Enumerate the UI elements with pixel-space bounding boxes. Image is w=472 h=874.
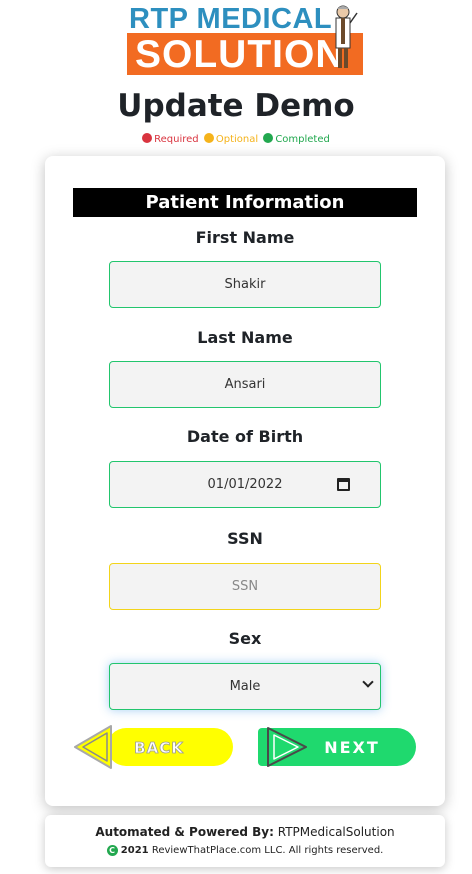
logo-line1: RTP MEDICAL	[129, 3, 333, 35]
patient-form-card: Patient Information First Name Shakir La…	[45, 156, 445, 806]
calendar-icon[interactable]	[337, 478, 350, 491]
legend-optional: Optional	[203, 133, 261, 145]
dob-field[interactable]: 01/01/2022	[109, 461, 381, 508]
legend-required: Required	[142, 133, 202, 145]
copyright-icon: C	[106, 845, 118, 856]
powered-prefix: Automated & Powered By:	[95, 825, 274, 839]
back-button-label: BACK	[134, 739, 184, 757]
last-name-field[interactable]: Ansari	[109, 361, 381, 408]
brand-logo: RTP MEDICAL SOLUTION	[127, 3, 363, 76]
back-button[interactable]: BACK	[73, 724, 235, 770]
first-name-label: First Name	[195, 228, 295, 247]
sex-select[interactable]: Male	[109, 663, 381, 710]
first-name-value: Shakir	[224, 277, 266, 292]
legend-completed: Completed	[263, 133, 330, 145]
copyright-text: ReviewThatPlace.com LLC. All rights rese…	[151, 845, 384, 856]
completed-dot-icon	[263, 133, 274, 143]
dob-label: Date of Birth	[186, 427, 304, 446]
next-button-label: NEXT	[324, 738, 380, 757]
legend-required-label: Required	[154, 134, 199, 145]
legend-completed-label: Completed	[275, 134, 330, 145]
optional-dot-icon	[203, 133, 214, 143]
sex-label: Sex	[228, 629, 262, 648]
chevron-down-icon	[362, 676, 374, 688]
section-title: Patient Information	[73, 188, 417, 217]
footer: Automated & Powered By: RTPMedicalSoluti…	[45, 815, 445, 867]
next-button[interactable]: NEXT	[256, 724, 418, 770]
first-name-field[interactable]: Shakir	[109, 261, 381, 308]
page-title: Update Demo	[117, 88, 355, 124]
ssn-label: SSN	[227, 529, 263, 548]
footer-powered-by: Automated & Powered By: RTPMedicalSoluti…	[45, 825, 445, 839]
required-dot-icon	[142, 133, 153, 143]
legend-optional-label: Optional	[215, 134, 259, 145]
sex-value: Male	[229, 679, 261, 694]
copyright-year: 2021	[120, 845, 149, 856]
status-legend: Required Optional Completed	[0, 133, 472, 145]
powered-name: RTPMedicalSolution	[277, 825, 395, 839]
ssn-placeholder: SSN	[231, 579, 259, 594]
logo-line2: SOLUTION	[135, 33, 345, 76]
footer-copyright: C 2021 ReviewThatPlace.com LLC. All righ…	[45, 845, 445, 856]
dob-value: 01/01/2022	[207, 477, 283, 492]
ssn-field[interactable]: SSN	[109, 563, 381, 610]
doctor-illustration-icon	[335, 5, 358, 68]
last-name-value: Ansari	[224, 377, 266, 392]
last-name-label: Last Name	[197, 328, 293, 347]
